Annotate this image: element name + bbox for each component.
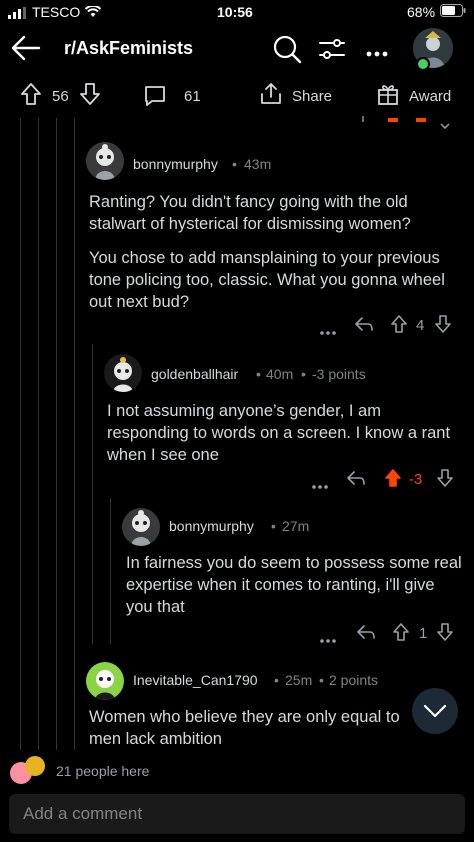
downvote-icon[interactable] <box>436 622 454 646</box>
more-options-icon[interactable] <box>320 322 336 339</box>
comment-username[interactable]: Inevitable_Can1790 <box>133 672 258 688</box>
presence-avatar <box>25 756 45 776</box>
avatar[interactable] <box>104 354 142 392</box>
comment-score: 1 <box>419 625 428 642</box>
thread-line-depth-2[interactable] <box>38 118 39 750</box>
upvote-icon[interactable] <box>390 314 408 338</box>
comment-card: Inevitable_Can1790 • 25m • 2 points Wome… <box>86 660 466 752</box>
share-icon[interactable] <box>259 82 283 110</box>
comment-paragraph: I not assuming anyone’s gender, I am res… <box>107 402 451 464</box>
status-bar: TESCO 10:56 68% <box>0 0 474 24</box>
comment-card: goldenballhair • 40m • -3 points I not a… <box>104 352 466 492</box>
comment-username[interactable]: goldenballhair <box>151 366 238 382</box>
downvote-icon[interactable] <box>434 314 452 338</box>
comment-body: I not assuming anyone’s gender, I am res… <box>107 400 459 466</box>
award-button[interactable]: Award <box>409 88 451 105</box>
comment-paragraph: In fairness you do seem to possess some … <box>126 554 462 616</box>
back-arrow-icon[interactable] <box>10 34 44 64</box>
add-comment-input[interactable]: Add a comment <box>9 794 465 834</box>
comment-score: 4 <box>416 317 425 334</box>
subreddit-title[interactable]: r/AskFeminists <box>64 38 193 59</box>
post-score: 56 <box>52 88 69 105</box>
search-icon[interactable] <box>272 34 302 69</box>
comment-card: bonnymurphy • 43m Ranting? You didn't fa… <box>86 140 466 340</box>
share-button[interactable]: Share <box>292 88 332 105</box>
avatar[interactable] <box>122 508 160 546</box>
downvote-icon[interactable] <box>436 468 454 492</box>
meta-separator: • <box>319 672 324 688</box>
downvote-icon[interactable] <box>79 82 101 110</box>
wifi-icon <box>84 4 102 21</box>
clock-time: 10:56 <box>217 4 253 20</box>
upvote-icon[interactable] <box>20 82 42 110</box>
comment-score: -3 <box>409 471 423 488</box>
signal-icon <box>8 6 26 22</box>
clipped-upvote-icon <box>388 118 398 122</box>
comment-body: In fairness you do seem to possess some … <box>126 552 462 618</box>
top-navigation-bar: r/AskFeminists <box>0 24 474 72</box>
comment-paragraph: Ranting? You didn't fancy going with the… <box>89 193 411 233</box>
comment-actions: 1 <box>320 622 460 646</box>
comment-paragraph: Women who believe they are only equal to… <box>89 708 400 748</box>
scroll-next-comment-button[interactable] <box>412 688 458 734</box>
clipped-divider <box>362 116 364 122</box>
comment-count: 61 <box>184 88 201 105</box>
upvote-active-icon[interactable] <box>384 468 402 492</box>
post-action-bar: 56 61 Share Award <box>0 76 474 116</box>
thread-line-depth-1[interactable] <box>20 118 21 750</box>
thread-line-depth-5[interactable] <box>92 344 93 644</box>
reply-icon[interactable] <box>346 469 366 491</box>
comment-username[interactable]: bonnymurphy <box>133 156 218 172</box>
comment-age: 40m <box>266 366 294 382</box>
reply-icon[interactable] <box>354 315 374 337</box>
comment-bubble-icon[interactable] <box>143 84 167 112</box>
comment-age: 25m <box>285 672 313 688</box>
thread-line-depth-4[interactable] <box>74 118 75 750</box>
comment-card: bonnymurphy • 27m In fairness you do see… <box>122 506 466 646</box>
avatar[interactable] <box>86 662 124 700</box>
meta-separator: • <box>274 672 279 688</box>
avatar[interactable] <box>86 142 124 180</box>
thread-line-depth-6[interactable] <box>110 498 111 644</box>
presence-bar: 21 people here <box>0 750 474 794</box>
thread-line-depth-3[interactable] <box>56 118 57 750</box>
more-options-icon[interactable] <box>366 44 388 62</box>
comment-actions: 4 <box>320 314 460 338</box>
comment-actions: -3 <box>312 468 462 492</box>
comment-body: Ranting? You didn't fancy going with the… <box>89 191 461 313</box>
meta-separator: • <box>256 366 261 382</box>
upvote-icon[interactable] <box>392 622 410 646</box>
comment-points: 2 points <box>329 672 379 688</box>
battery-icon <box>440 4 466 20</box>
clipped-downvote-icon <box>416 118 426 122</box>
comment-body: Women who believe they are only equal to… <box>89 706 429 750</box>
reply-icon[interactable] <box>356 623 376 645</box>
chevron-down-icon <box>423 704 447 718</box>
comment-username[interactable]: bonnymurphy <box>169 518 254 534</box>
comment-age: 43m <box>244 156 272 172</box>
carrier-name: TESCO <box>32 4 81 20</box>
award-gift-icon[interactable] <box>376 82 400 110</box>
meta-separator: • <box>271 518 276 534</box>
clipped-chevron-icon <box>440 116 450 130</box>
more-options-icon[interactable] <box>320 630 336 647</box>
meta-separator: • <box>232 156 237 172</box>
online-status-dot <box>416 57 430 71</box>
comment-paragraph: You chose to add mansplaining to your pr… <box>89 249 445 311</box>
presence-count: 21 people here <box>56 763 150 779</box>
comment-age: 27m <box>282 518 310 534</box>
more-options-icon[interactable] <box>312 476 328 493</box>
sort-filter-icon[interactable] <box>318 36 346 67</box>
comment-points: -3 points <box>312 366 366 382</box>
meta-separator: • <box>301 366 306 382</box>
battery-percent: 68% <box>407 4 436 20</box>
